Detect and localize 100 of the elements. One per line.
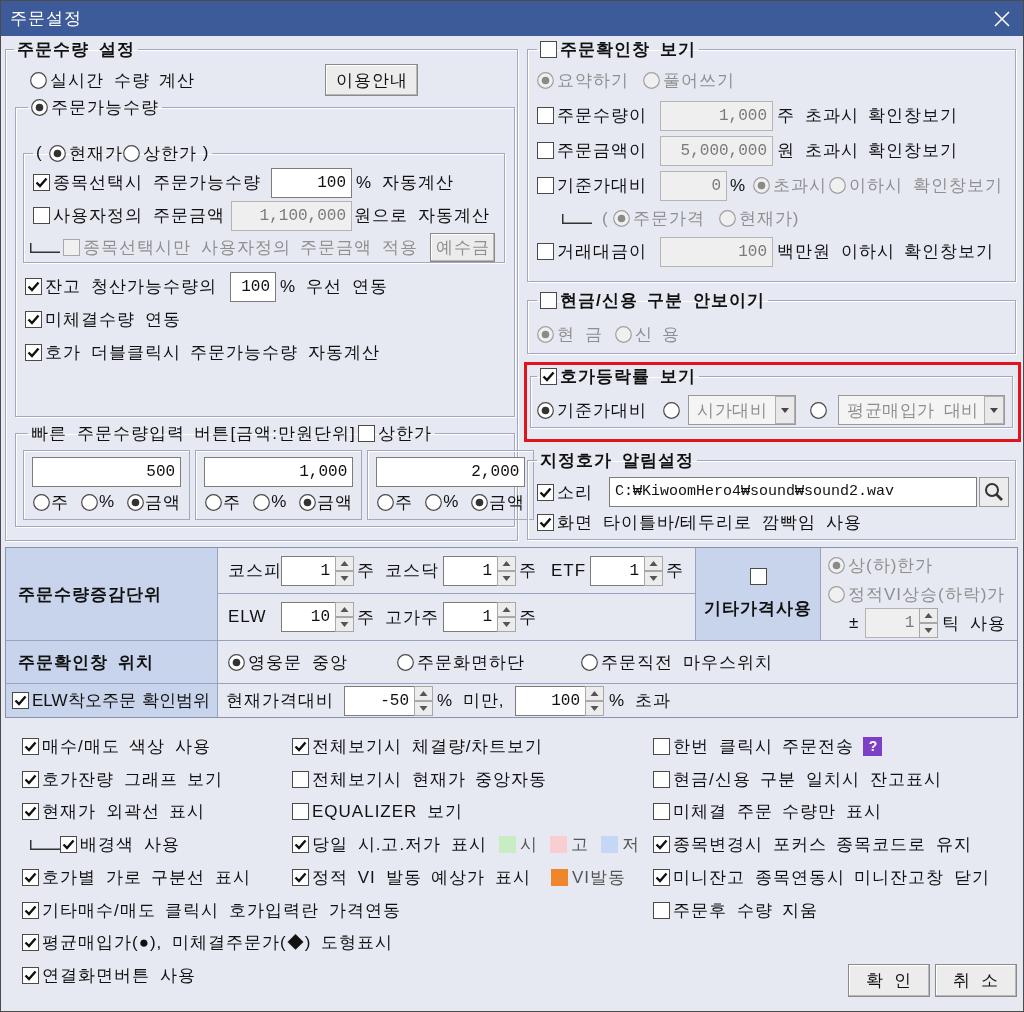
- radio-button[interactable]: [299, 493, 317, 511]
- spin-down-icon[interactable]: [335, 617, 354, 632]
- spin-down-icon[interactable]: [585, 700, 604, 716]
- checkbox[interactable]: [292, 737, 309, 755]
- spin-down-icon[interactable]: [335, 570, 354, 586]
- label-text: 주: [357, 560, 376, 582]
- search-icon[interactable]: [979, 477, 1009, 507]
- spin-up-icon[interactable]: [585, 685, 604, 701]
- radio-button[interactable]: [581, 653, 598, 671]
- checkbox[interactable]: [540, 40, 557, 58]
- radio-button[interactable]: [48, 144, 66, 162]
- radio-button[interactable]: [810, 401, 827, 419]
- checkbox[interactable]: [60, 836, 77, 854]
- radio-button[interactable]: [471, 493, 489, 511]
- number-field[interactable]: 1: [443, 555, 497, 586]
- number-field[interactable]: 1: [281, 555, 335, 586]
- checkbox[interactable]: [653, 803, 670, 821]
- checkbox[interactable]: [22, 770, 39, 788]
- cancel-button[interactable]: 취 소: [935, 964, 1017, 997]
- amount-field[interactable]: 1,000: [204, 457, 354, 487]
- spin-up-icon[interactable]: [919, 608, 939, 623]
- radio-button[interactable]: [663, 401, 680, 419]
- checkbox[interactable]: [292, 868, 309, 886]
- checkbox[interactable]: [653, 868, 670, 886]
- option-label: 당일 시.고.저가 표시: [312, 834, 487, 857]
- radio-button[interactable]: [31, 98, 48, 116]
- checkbox[interactable]: [537, 142, 554, 159]
- spin-up-icon[interactable]: [335, 602, 354, 617]
- text-field[interactable]: 100: [271, 167, 352, 198]
- spin-down-icon[interactable]: [644, 570, 663, 586]
- number-field[interactable]: 100: [515, 685, 585, 716]
- checkbox[interactable]: [537, 483, 554, 501]
- radio-button[interactable]: [228, 653, 245, 671]
- amount-field[interactable]: 2,000: [376, 457, 526, 487]
- option-label: EQUALIZER 보기: [312, 801, 464, 824]
- checkbox[interactable]: [22, 934, 39, 952]
- checkbox[interactable]: [25, 344, 42, 361]
- number-field[interactable]: -50: [344, 685, 414, 716]
- spin-up-icon[interactable]: [335, 555, 354, 571]
- radio-button[interactable]: [377, 493, 395, 511]
- checkbox[interactable]: [22, 967, 39, 985]
- radio-button[interactable]: [30, 71, 47, 89]
- guide-button[interactable]: 이용안내: [325, 64, 418, 96]
- radio-button[interactable]: [205, 493, 223, 511]
- checkbox[interactable]: [653, 737, 670, 755]
- checkbox[interactable]: [537, 107, 554, 124]
- checkbox[interactable]: [653, 770, 670, 788]
- spin-down-icon[interactable]: [497, 617, 516, 632]
- option-label: 영웅문 중앙: [248, 651, 348, 674]
- radio-button[interactable]: [537, 401, 554, 419]
- checkbox[interactable]: [25, 278, 42, 295]
- text-field[interactable]: C:₩KiwoomHero4₩sound₩sound2.wav: [609, 477, 977, 507]
- spin-down-icon[interactable]: [497, 570, 516, 586]
- checkbox[interactable]: [25, 311, 42, 328]
- checkbox[interactable]: [292, 803, 309, 821]
- spin-up-icon[interactable]: [414, 685, 433, 701]
- radio-button[interactable]: [81, 493, 98, 511]
- spin-up-icon[interactable]: [497, 602, 516, 617]
- number-field[interactable]: 10: [281, 602, 335, 632]
- radio-button[interactable]: [33, 493, 50, 511]
- spin-down-icon[interactable]: [414, 700, 433, 716]
- number-field[interactable]: 1: [443, 602, 497, 632]
- radio-button[interactable]: [397, 653, 414, 671]
- spin-up-icon[interactable]: [644, 555, 663, 571]
- label-text: % 자동계산: [356, 172, 454, 194]
- label-text: 원으로 자동계산: [354, 205, 490, 227]
- spin-down-icon[interactable]: [919, 623, 939, 638]
- checkbox[interactable]: [537, 514, 554, 531]
- checkbox[interactable]: [357, 424, 375, 442]
- checkbox[interactable]: [653, 836, 670, 854]
- checkbox[interactable]: [22, 737, 39, 755]
- checkbox[interactable]: [540, 291, 557, 309]
- checkbox[interactable]: [540, 367, 557, 385]
- checkbox[interactable]: [292, 836, 309, 854]
- radio-button[interactable]: [127, 493, 145, 511]
- checkbox[interactable]: [537, 243, 554, 260]
- radio-button[interactable]: [253, 493, 271, 511]
- checkbox[interactable]: [292, 770, 309, 788]
- label-text: 확인창보기: [913, 175, 1004, 197]
- checkbox[interactable]: [22, 803, 39, 821]
- text-field[interactable]: 100: [230, 271, 276, 302]
- option-label: 종목변경시 포커스 종목코드로 유지: [673, 834, 973, 857]
- label-text: 코스피: [228, 560, 281, 582]
- number-field[interactable]: 1: [590, 555, 644, 586]
- label-text: 주: [357, 606, 376, 629]
- checkbox[interactable]: [749, 568, 767, 585]
- help-button[interactable]: ?: [863, 736, 883, 756]
- checkbox[interactable]: [33, 174, 50, 191]
- checkbox[interactable]: [33, 207, 50, 224]
- close-icon[interactable]: [994, 10, 1010, 27]
- checkbox[interactable]: [22, 901, 39, 919]
- ok-button[interactable]: 확 인: [848, 964, 930, 997]
- checkbox[interactable]: [653, 901, 670, 919]
- radio-button[interactable]: [122, 144, 140, 162]
- amount-field[interactable]: 500: [32, 457, 182, 487]
- radio-button[interactable]: [425, 493, 443, 511]
- checkbox[interactable]: [537, 177, 554, 194]
- checkbox[interactable]: [22, 868, 39, 886]
- checkbox[interactable]: [12, 692, 29, 709]
- spin-up-icon[interactable]: [497, 555, 516, 571]
